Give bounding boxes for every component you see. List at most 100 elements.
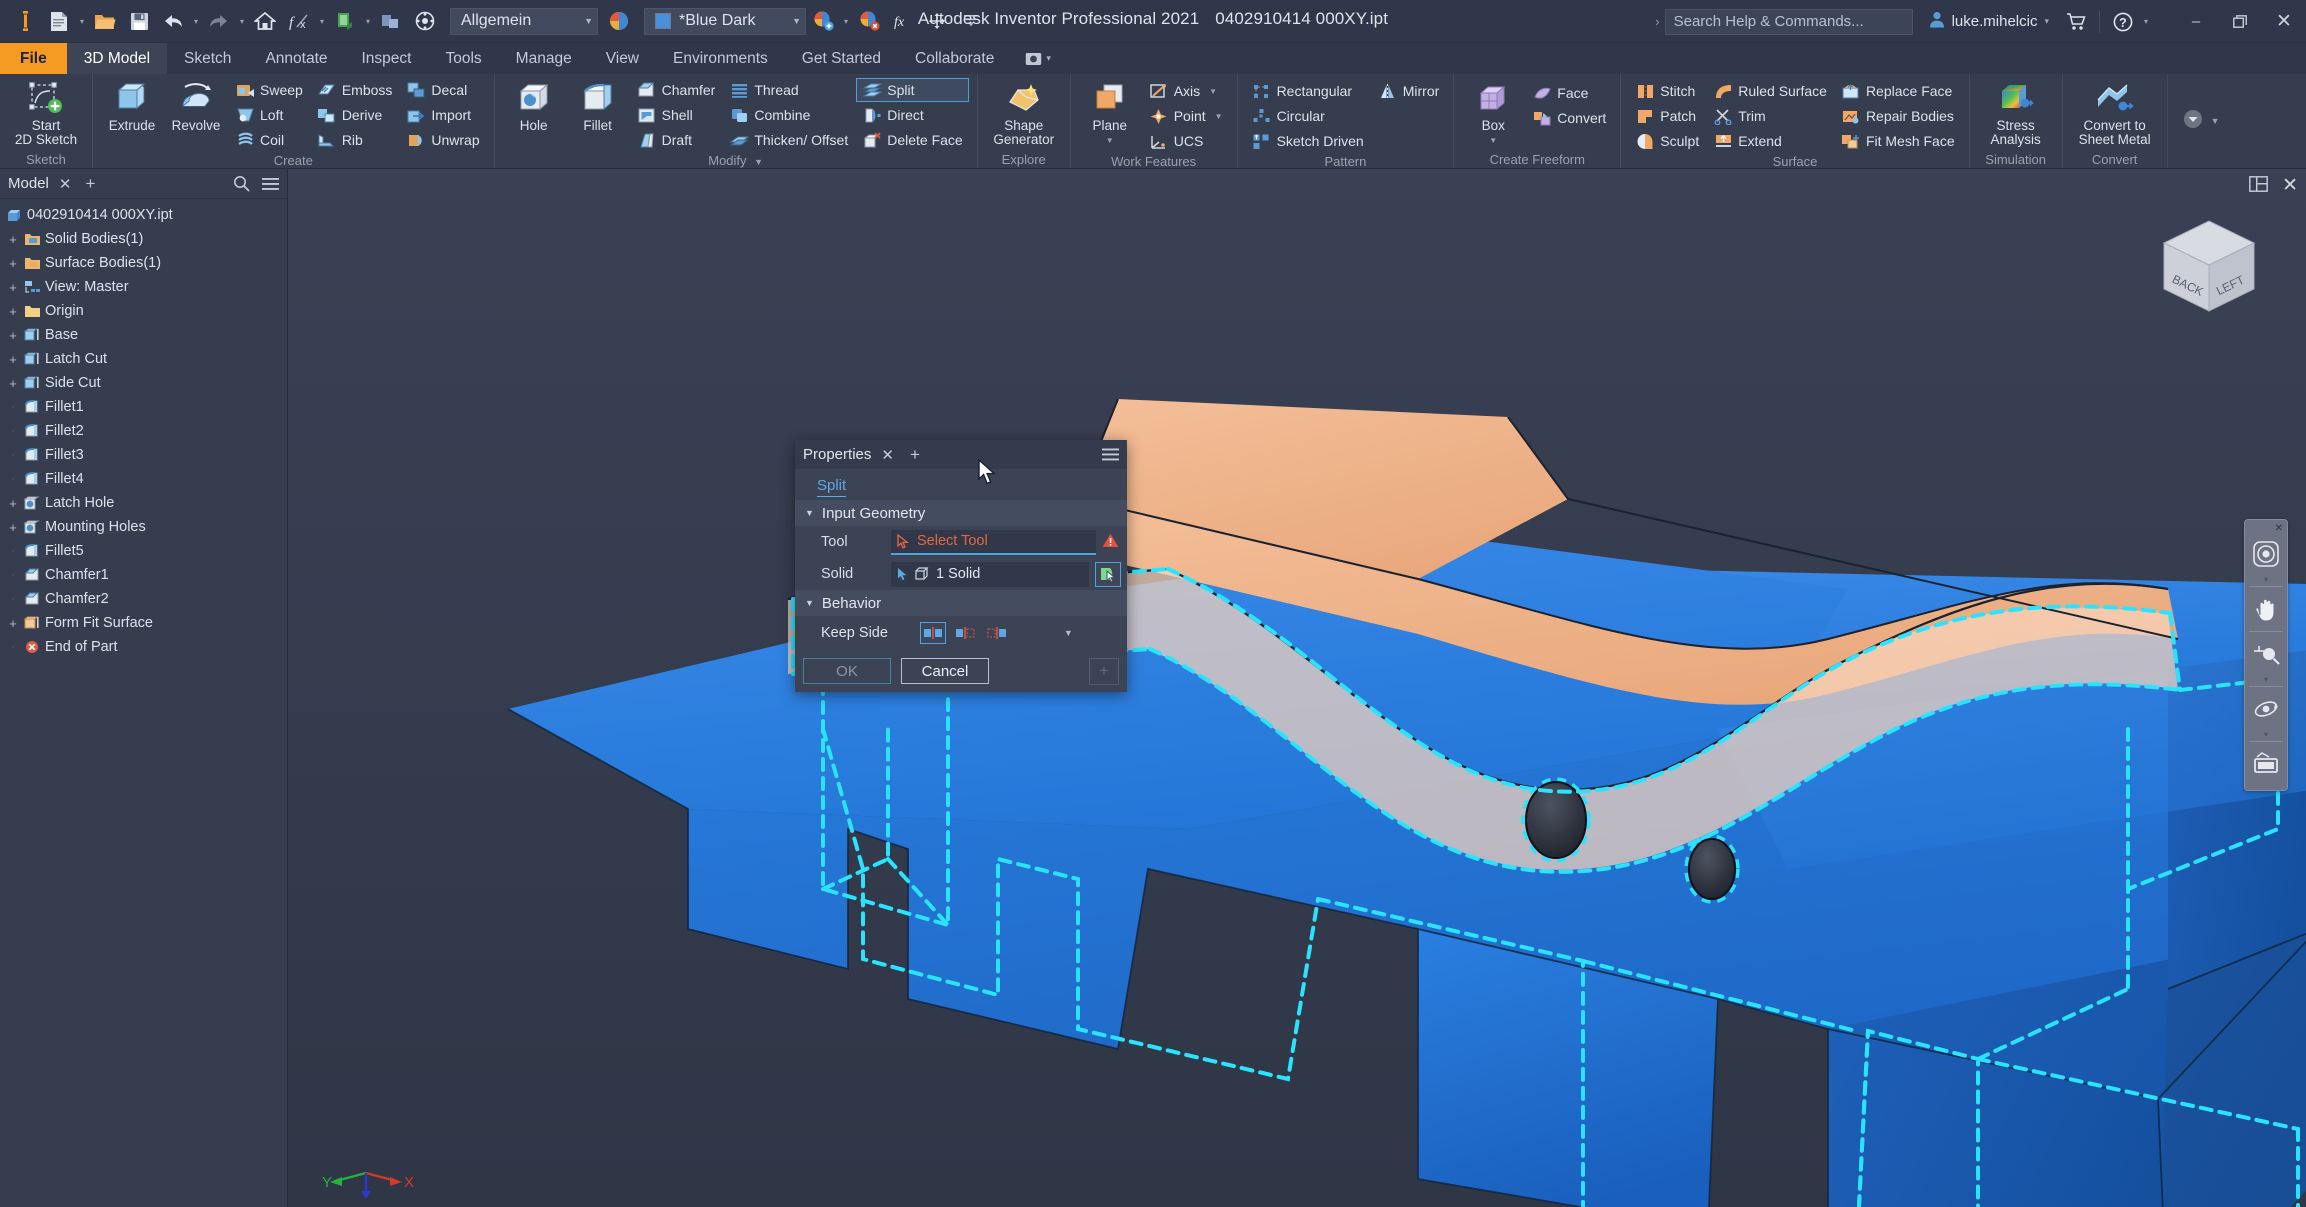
dialog-add-icon[interactable]: +: [910, 445, 920, 465]
tree-item-fillet3[interactable]: · Fillet3: [2, 443, 287, 467]
ok-button[interactable]: OK: [803, 658, 891, 684]
panel-title-modify[interactable]: Modify ▼: [499, 152, 973, 169]
viewcube[interactable]: BACK LEFT: [2150, 207, 2268, 325]
expand-icon[interactable]: +: [6, 232, 20, 247]
tree-item-origin[interactable]: + Origin: [2, 299, 287, 323]
axis-button[interactable]: Axis ▼: [1143, 79, 1229, 103]
sculpt-button[interactable]: Sculpt: [1629, 129, 1705, 153]
inventor-logo-icon[interactable]: [10, 6, 40, 36]
expand-icon[interactable]: +: [6, 256, 20, 271]
sketch-driven-pattern-button[interactable]: Sketch Driven: [1246, 129, 1370, 153]
freeform-face-button[interactable]: Face: [1526, 81, 1612, 105]
pan-hand-icon[interactable]: [2246, 589, 2286, 629]
tab-sketch[interactable]: Sketch: [167, 43, 248, 74]
stitch-button[interactable]: Stitch: [1629, 79, 1705, 103]
tree-item-document[interactable]: 0402910414 000XY.ipt: [2, 203, 287, 227]
restore-button[interactable]: [2218, 0, 2262, 43]
tree-item-surface-bodies[interactable]: + Surface Bodies(1): [2, 251, 287, 275]
look-at-icon[interactable]: [2246, 744, 2286, 784]
browser-add-icon[interactable]: +: [85, 174, 95, 194]
decal-button[interactable]: Decal: [400, 78, 485, 102]
zoom-icon[interactable]: [2246, 634, 2286, 674]
split-button[interactable]: Split: [856, 78, 969, 102]
fillet-button[interactable]: Fillet: [567, 77, 629, 133]
tree-item-solid-bodies[interactable]: + Solid Bodies(1): [2, 227, 287, 251]
steering-wheel-caret[interactable]: ▾: [2264, 574, 2268, 584]
select-solid-button[interactable]: [1095, 561, 1121, 587]
parameters-dropdown-caret[interactable]: ▾: [316, 6, 328, 36]
tab-environments[interactable]: Environments: [656, 43, 785, 74]
tree-item-mounting-holes[interactable]: + Mounting Holes: [2, 515, 287, 539]
hamburger-menu-icon[interactable]: [1102, 448, 1119, 461]
plane-dropdown-caret[interactable]: ▼: [1106, 134, 1114, 148]
appearance-browser-icon[interactable]: [376, 6, 406, 36]
keep-side-a-option[interactable]: [952, 622, 978, 644]
help-dropdown-caret[interactable]: ▾: [2140, 7, 2152, 37]
close-viewport-icon[interactable]: ✕: [2282, 174, 2298, 197]
expand-icon[interactable]: +: [6, 520, 20, 535]
undo-icon[interactable]: [158, 6, 188, 36]
tree-item-fillet4[interactable]: · Fillet4: [2, 467, 287, 491]
stress-analysis-button[interactable]: Stress Analysis: [1978, 77, 2054, 147]
draft-button[interactable]: Draft: [631, 128, 722, 152]
split-view-icon[interactable]: [2249, 175, 2269, 196]
keep-side-b-option[interactable]: [984, 622, 1010, 644]
browser-tab-model[interactable]: Model: [8, 175, 49, 192]
hole-button[interactable]: Hole: [503, 77, 565, 133]
tree-item-fillet1[interactable]: · Fillet1: [2, 395, 287, 419]
appearance-dropdown-caret[interactable]: ▾: [840, 6, 852, 36]
point-button[interactable]: Point ▼: [1143, 104, 1229, 128]
mirror-button[interactable]: Mirror: [1372, 79, 1446, 103]
search-icon[interactable]: [233, 175, 250, 192]
patch-button[interactable]: Patch: [1629, 104, 1705, 128]
tree-item-base[interactable]: + Base: [2, 323, 287, 347]
circular-pattern-button[interactable]: Circular: [1246, 104, 1370, 128]
convert-to-sheet-metal-button[interactable]: Convert to Sheet Metal: [2071, 77, 2159, 147]
new-file-icon[interactable]: [44, 6, 74, 36]
customize-qat-icon[interactable]: [956, 6, 986, 36]
tree-item-end-of-part[interactable]: · End of Part: [2, 635, 287, 659]
adjust-appearance-add-icon[interactable]: [808, 6, 838, 36]
keep-both-sides-option[interactable]: [919, 622, 946, 644]
tool-select-field[interactable]: Select Tool: [891, 529, 1096, 555]
cancel-button[interactable]: Cancel: [901, 658, 989, 684]
repair-bodies-button[interactable]: Repair Bodies: [1835, 104, 1961, 128]
clear-appearance-icon[interactable]: [854, 6, 884, 36]
cart-icon[interactable]: [2061, 7, 2091, 37]
help-icon[interactable]: ?: [2108, 7, 2138, 37]
thread-button[interactable]: Thread: [723, 78, 854, 102]
point-dropdown-caret[interactable]: ▼: [1215, 112, 1223, 121]
ucs-button[interactable]: UCS: [1143, 129, 1229, 153]
chevron-down-icon[interactable]: ▼: [754, 157, 763, 167]
navbar-close-icon[interactable]: ✕: [2275, 524, 2283, 534]
thicken-offset-button[interactable]: Thicken/ Offset: [723, 128, 854, 152]
ribbon-appearance-dropdown[interactable]: ▾: [1011, 43, 1065, 74]
material-combo[interactable]: Allgemein ▼: [450, 7, 598, 35]
ruled-surface-button[interactable]: Ruled Surface: [1707, 79, 1833, 103]
plane-button[interactable]: Plane ▼: [1079, 77, 1141, 148]
more-options-button[interactable]: +: [1089, 657, 1119, 685]
tree-item-chamfer1[interactable]: · Chamfer1: [2, 563, 287, 587]
chamfer-button[interactable]: Chamfer: [631, 78, 722, 102]
undo-dropdown-caret[interactable]: ▾: [190, 6, 202, 36]
rectangular-pattern-button[interactable]: Rectangular: [1246, 79, 1370, 103]
start-2d-sketch-button[interactable]: Start 2D Sketch: [8, 77, 84, 147]
expand-icon[interactable]: +: [6, 616, 20, 631]
tab-tools[interactable]: Tools: [428, 43, 498, 74]
import-button[interactable]: Import: [400, 103, 485, 127]
tree-item-view-master[interactable]: + View: Master: [2, 275, 287, 299]
rib-button[interactable]: Rib: [311, 128, 399, 152]
tree-item-side-cut[interactable]: + Side Cut: [2, 371, 287, 395]
appearance-combo[interactable]: *Blue Dark ▼: [644, 7, 806, 35]
graphics-viewport[interactable]: ✕ BACK LEFT ✕ ▾ ▾ ▾ Y X Properties ✕ + S…: [288, 169, 2306, 1207]
coil-button[interactable]: Coil: [229, 128, 309, 152]
expand-icon[interactable]: +: [6, 328, 20, 343]
keep-side-more-caret[interactable]: ▼: [1064, 628, 1073, 638]
parameters-icon[interactable]: fx: [284, 6, 314, 36]
direct-button[interactable]: Direct: [856, 103, 968, 127]
orbit-caret[interactable]: ▾: [2264, 729, 2268, 739]
shape-generator-button[interactable]: Shape Generator: [986, 77, 1062, 147]
tab-collaborate[interactable]: Collaborate: [898, 43, 1011, 74]
expand-icon[interactable]: +: [6, 376, 20, 391]
section-behavior[interactable]: ▼ Behavior: [795, 590, 1127, 616]
